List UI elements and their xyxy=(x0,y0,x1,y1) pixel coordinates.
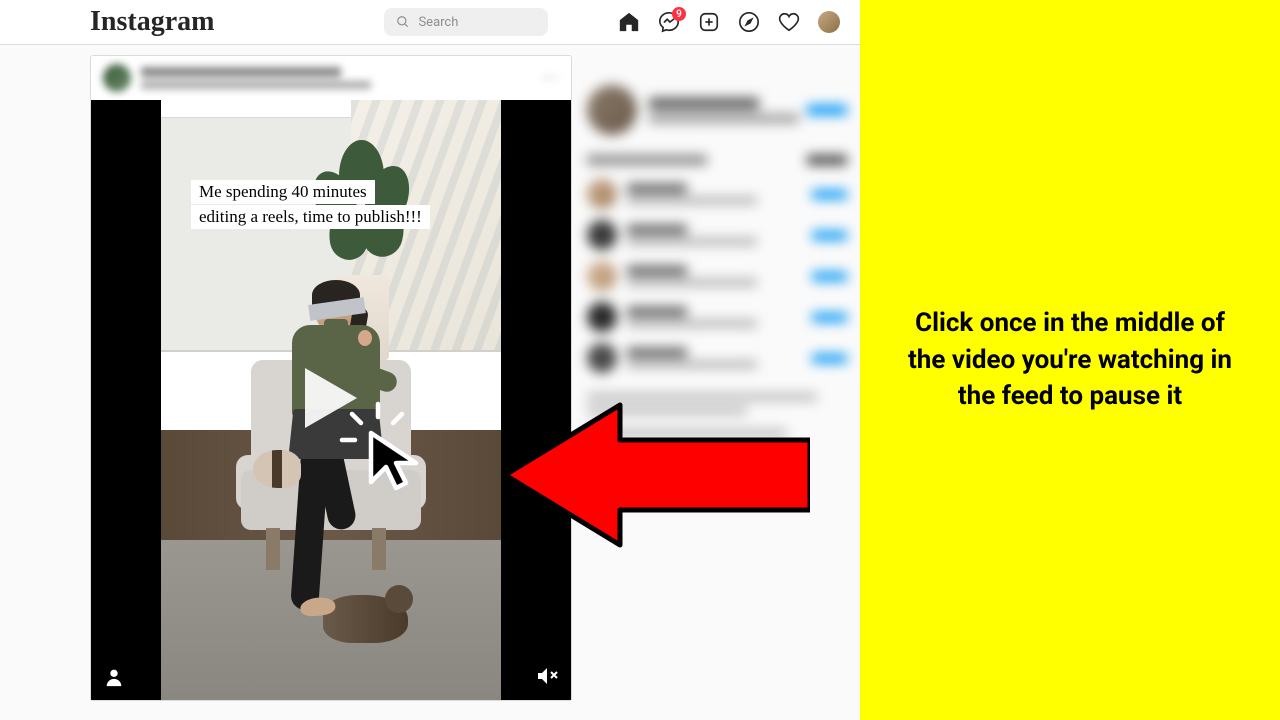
video-caption: Me spending 40 minutes editing a reels, … xyxy=(191,180,471,230)
search-placeholder: Search xyxy=(418,15,458,30)
annotation-arrow xyxy=(500,400,810,554)
person-icon xyxy=(103,666,125,688)
nav-icons: 9 xyxy=(618,11,840,33)
profile-avatar[interactable] xyxy=(818,11,840,33)
post-author-avatar[interactable] xyxy=(103,64,131,92)
mute-button[interactable] xyxy=(535,664,559,688)
heart-icon xyxy=(778,11,800,33)
suggestions-header xyxy=(587,155,847,165)
caption-line-2: editing a reels, time to publish!!! xyxy=(191,205,430,229)
annotation-text: Click once in the middle of the video yo… xyxy=(900,305,1240,414)
plus-icon xyxy=(698,11,720,33)
caption-line-1: Me spending 40 minutes xyxy=(191,180,375,204)
compass-icon xyxy=(738,11,760,33)
suggestion-item[interactable] xyxy=(587,179,847,209)
video-frame[interactable]: Me spending 40 minutes editing a reels, … xyxy=(161,100,501,700)
explore-button[interactable] xyxy=(738,11,760,33)
video-player[interactable]: Me spending 40 minutes editing a reels, … xyxy=(91,100,571,700)
new-post-button[interactable] xyxy=(698,11,720,33)
annotation-panel: Click once in the middle of the video yo… xyxy=(860,0,1280,720)
suggestion-item[interactable] xyxy=(587,261,847,291)
home-icon xyxy=(618,11,640,33)
search-icon xyxy=(396,15,410,29)
messenger-button[interactable]: 9 xyxy=(658,11,680,33)
post-header[interactable]: ⋯ xyxy=(91,56,571,100)
tagged-people-button[interactable] xyxy=(103,666,125,688)
feed-post: ⋯ xyxy=(90,55,572,701)
home-button[interactable] xyxy=(618,11,640,33)
arrow-icon xyxy=(500,400,810,550)
messenger-badge: 9 xyxy=(672,7,686,21)
current-user[interactable] xyxy=(587,85,847,135)
post-more-button[interactable]: ⋯ xyxy=(541,68,559,89)
activity-button[interactable] xyxy=(778,11,800,33)
cursor-icon xyxy=(338,400,433,495)
top-nav: Instagram Search 9 xyxy=(0,0,860,45)
suggestion-item[interactable] xyxy=(587,220,847,250)
speaker-muted-icon xyxy=(535,664,559,688)
search-input[interactable]: Search xyxy=(384,8,548,36)
right-sidebar xyxy=(587,55,847,701)
suggestion-item[interactable] xyxy=(587,343,847,373)
instagram-logo[interactable]: Instagram xyxy=(90,6,214,38)
cursor-indicator xyxy=(338,400,433,499)
suggestion-item[interactable] xyxy=(587,302,847,332)
